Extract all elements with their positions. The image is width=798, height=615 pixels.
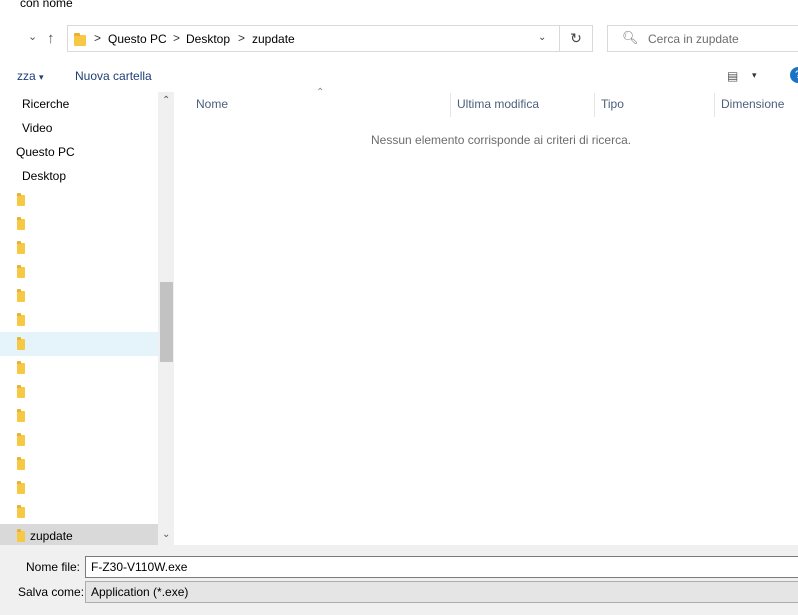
scroll-down-icon[interactable]: ⌄ [162, 529, 170, 540]
new-folder-button[interactable]: Nuova cartella [75, 69, 152, 83]
chevron-down-icon: ▾ [39, 72, 44, 82]
refresh-icon: ↻ [570, 30, 582, 46]
nav-scrollbar-thumb[interactable] [160, 282, 173, 362]
nav-item-folder[interactable] [0, 404, 158, 428]
nav-item-folder[interactable] [0, 188, 158, 212]
window-title: con nome [20, 0, 73, 10]
organize-label: zza [17, 69, 36, 83]
nav-item-video[interactable]: Video [0, 116, 158, 140]
filename-input[interactable]: F-Z30-V110W.exe [85, 556, 798, 578]
save-as-label: Salva come: [18, 585, 85, 599]
breadcrumb-desktop[interactable]: Desktop [186, 32, 230, 46]
folder-icon [17, 289, 25, 302]
column-divider[interactable] [714, 93, 715, 117]
search-input[interactable]: 🔍︎ Cerca in zupdate [607, 25, 798, 52]
folder-icon [17, 457, 25, 470]
refresh-button[interactable]: ↻ [560, 25, 593, 52]
nav-item-label: Questo PC [16, 145, 75, 159]
nav-item-label: zupdate [30, 529, 73, 543]
folder-icon [17, 529, 25, 542]
nav-item-folder[interactable] [0, 380, 158, 404]
filename-label: Nome file: [26, 560, 81, 574]
folder-icon [17, 505, 25, 518]
folder-icon [17, 385, 25, 398]
folder-icon [17, 265, 25, 278]
help-icon[interactable]: ? [790, 67, 798, 83]
navigation-pane[interactable]: Ricerche Video Questo PC Desktop zupdate [0, 92, 174, 545]
nav-item-label: Ricerche [22, 97, 70, 111]
column-header-ultima-modifica[interactable]: Ultima modifica [457, 97, 539, 111]
search-placeholder: Cerca in zupdate [648, 32, 739, 46]
sort-ascending-icon: ⌃ [316, 87, 325, 98]
up-arrow-icon[interactable]: ↑ [47, 30, 55, 47]
folder-icon [17, 217, 25, 230]
folder-icon [17, 241, 25, 254]
nav-item-folder[interactable] [0, 284, 158, 308]
save-as-type-select[interactable]: Application (*.exe) [85, 581, 798, 603]
nav-item-folder[interactable] [0, 452, 158, 476]
empty-results-message: Nessun elemento corrisponde ai criteri d… [371, 133, 632, 147]
column-divider[interactable] [450, 93, 451, 117]
view-options-icon[interactable]: ▤ [727, 69, 738, 83]
breadcrumb-separator[interactable]: > [173, 31, 180, 45]
column-divider[interactable] [594, 93, 595, 117]
nav-item-folder[interactable] [0, 308, 158, 332]
folder-icon [17, 193, 25, 206]
nav-item-desktop[interactable]: Desktop [0, 164, 158, 188]
organize-button[interactable]: zza ▾ [17, 69, 44, 83]
folder-icon [17, 481, 25, 494]
recent-locations-dropdown[interactable]: ⌄ [28, 30, 37, 43]
breadcrumb-questo-pc[interactable]: Questo PC [108, 32, 167, 46]
address-history-dropdown[interactable]: ⌄ [538, 32, 546, 43]
breadcrumb-separator[interactable]: > [238, 31, 245, 45]
folder-icon [17, 361, 25, 374]
nav-item-label: Desktop [22, 169, 67, 183]
folder-icon [17, 409, 25, 422]
nav-item-questo-pc[interactable]: Questo PC [0, 140, 158, 164]
nav-item-folder[interactable] [0, 236, 158, 260]
nav-item-ricerche[interactable]: Ricerche [0, 92, 158, 116]
breadcrumb-separator[interactable]: > [94, 31, 101, 45]
column-header-dimensione[interactable]: Dimensione [721, 97, 784, 111]
chevron-down-icon[interactable]: ▾ [752, 70, 757, 81]
nav-item-folder[interactable] [0, 428, 158, 452]
folder-icon [17, 433, 25, 446]
search-icon: 🔍︎ [622, 30, 639, 45]
folder-icon [17, 313, 25, 326]
column-header-tipo[interactable]: Tipo [601, 97, 624, 111]
folder-icon [74, 33, 86, 46]
nav-item-folder[interactable] [0, 500, 158, 524]
breadcrumb-zupdate[interactable]: zupdate [252, 32, 295, 46]
nav-item-folder[interactable] [0, 476, 158, 500]
nav-item-folder[interactable] [0, 260, 158, 284]
nav-item-folder[interactable] [0, 212, 158, 236]
address-bar[interactable]: > Questo PC > Desktop > zupdate ⌄ [67, 25, 560, 52]
nav-item-folder[interactable] [0, 332, 158, 356]
scroll-up-icon[interactable]: ⌃ [162, 95, 170, 106]
folder-icon [17, 337, 25, 350]
nav-item-label: Video [22, 121, 53, 135]
column-header-nome[interactable]: Nome [196, 97, 228, 111]
nav-item-zupdate[interactable]: zupdate [0, 524, 158, 545]
nav-item-folder[interactable] [0, 356, 158, 380]
